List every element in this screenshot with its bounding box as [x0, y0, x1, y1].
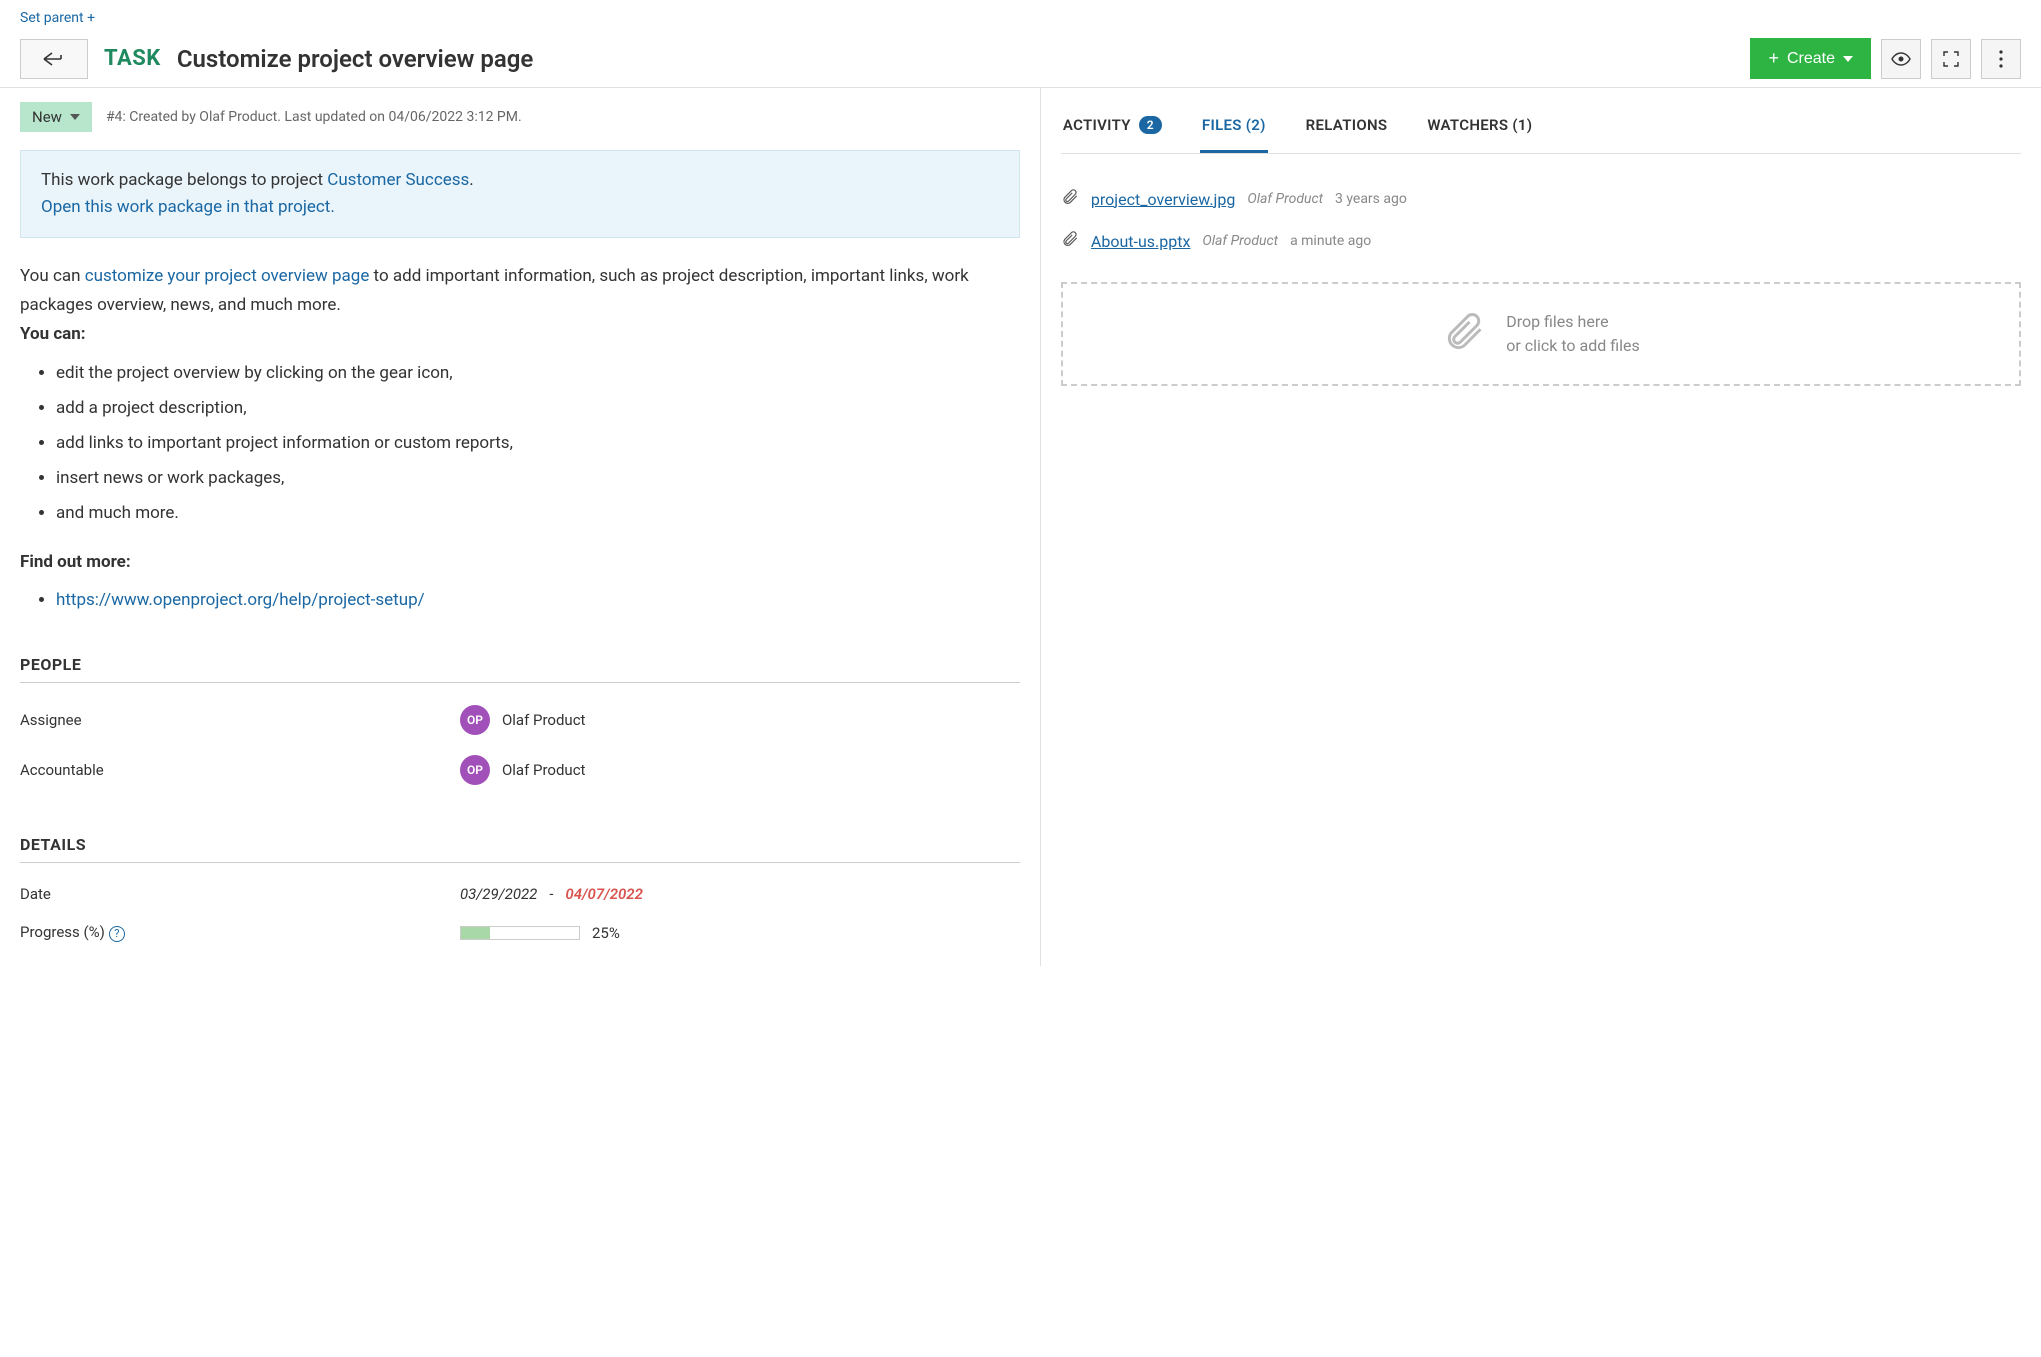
back-button[interactable]: [20, 39, 88, 79]
file-row[interactable]: project_overview.jpg Olaf Product 3 year…: [1061, 178, 2021, 220]
list-item: add links to important project informati…: [56, 429, 1020, 458]
back-arrow-icon: [43, 52, 65, 66]
file-author: Olaf Product: [1202, 233, 1278, 249]
wp-description[interactable]: You can customize your project overview …: [20, 262, 1020, 615]
file-time: 3 years ago: [1335, 191, 1407, 207]
plus-icon: +: [87, 10, 95, 26]
date-value[interactable]: 03/29/2022 - 04/07/2022: [460, 885, 643, 903]
tab-files[interactable]: FILES (2): [1200, 106, 1268, 153]
attachment-icon: [1442, 310, 1486, 358]
section-details: DETAILS: [20, 835, 1020, 863]
file-name[interactable]: project_overview.jpg: [1091, 190, 1235, 209]
attachment-icon: [1061, 188, 1079, 210]
avatar: OP: [460, 755, 490, 785]
accountable-label: Accountable: [20, 761, 460, 779]
status-dropdown[interactable]: New: [20, 102, 92, 132]
tab-activity[interactable]: ACTIVITY 2: [1061, 106, 1164, 153]
accountable-value[interactable]: OP Olaf Product: [460, 755, 586, 785]
chevron-down-icon: [70, 114, 80, 120]
expand-icon: [1943, 51, 1959, 67]
section-people: PEOPLE: [20, 655, 1020, 683]
file-author: Olaf Product: [1247, 191, 1323, 207]
plus-icon: +: [1768, 48, 1779, 69]
tab-watchers[interactable]: WATCHERS (1): [1425, 106, 1534, 153]
set-parent-link[interactable]: Set parent +: [20, 10, 95, 26]
list-item: add a project description,: [56, 394, 1020, 423]
assignee-value[interactable]: OP Olaf Product: [460, 705, 586, 735]
file-time: a minute ago: [1290, 233, 1371, 249]
file-row[interactable]: About-us.pptx Olaf Product a minute ago: [1061, 220, 2021, 262]
file-dropzone[interactable]: Drop files here or click to add files: [1061, 282, 2021, 386]
tab-relations[interactable]: RELATIONS: [1304, 106, 1390, 153]
kebab-icon: [1999, 50, 2003, 68]
progress-label: Progress (%)?: [20, 923, 460, 942]
list-item: and much more.: [56, 499, 1020, 528]
watch-button[interactable]: [1881, 39, 1921, 79]
attachment-icon: [1061, 230, 1079, 252]
activity-badge: 2: [1139, 116, 1162, 134]
project-link[interactable]: Customer Success: [327, 170, 469, 190]
open-in-project-link[interactable]: Open this work package in that project.: [41, 197, 335, 217]
file-name[interactable]: About-us.pptx: [1091, 232, 1190, 251]
help-icon[interactable]: ?: [109, 926, 125, 942]
wp-title[interactable]: Customize project overview page: [177, 45, 534, 73]
date-label: Date: [20, 885, 460, 903]
wp-type-label: TASK: [104, 46, 161, 71]
help-link[interactable]: https://www.openproject.org/help/project…: [56, 590, 425, 610]
avatar: OP: [460, 705, 490, 735]
assignee-label: Assignee: [20, 711, 460, 729]
progress-value[interactable]: 25%: [460, 924, 620, 942]
create-button[interactable]: + Create: [1750, 38, 1871, 79]
fullscreen-button[interactable]: [1931, 39, 1971, 79]
list-item: edit the project overview by clicking on…: [56, 359, 1020, 388]
list-item: insert news or work packages,: [56, 464, 1020, 493]
progress-bar: [460, 926, 580, 940]
customize-overview-link[interactable]: customize your project overview page: [85, 266, 370, 286]
wp-meta: #4: Created by Olaf Product. Last update…: [106, 109, 522, 125]
more-menu-button[interactable]: [1981, 39, 2021, 79]
eye-icon: [1891, 52, 1911, 66]
chevron-down-icon: [1843, 56, 1853, 62]
project-context-box: This work package belongs to project Cus…: [20, 150, 1020, 238]
list-item: https://www.openproject.org/help/project…: [56, 586, 1020, 615]
